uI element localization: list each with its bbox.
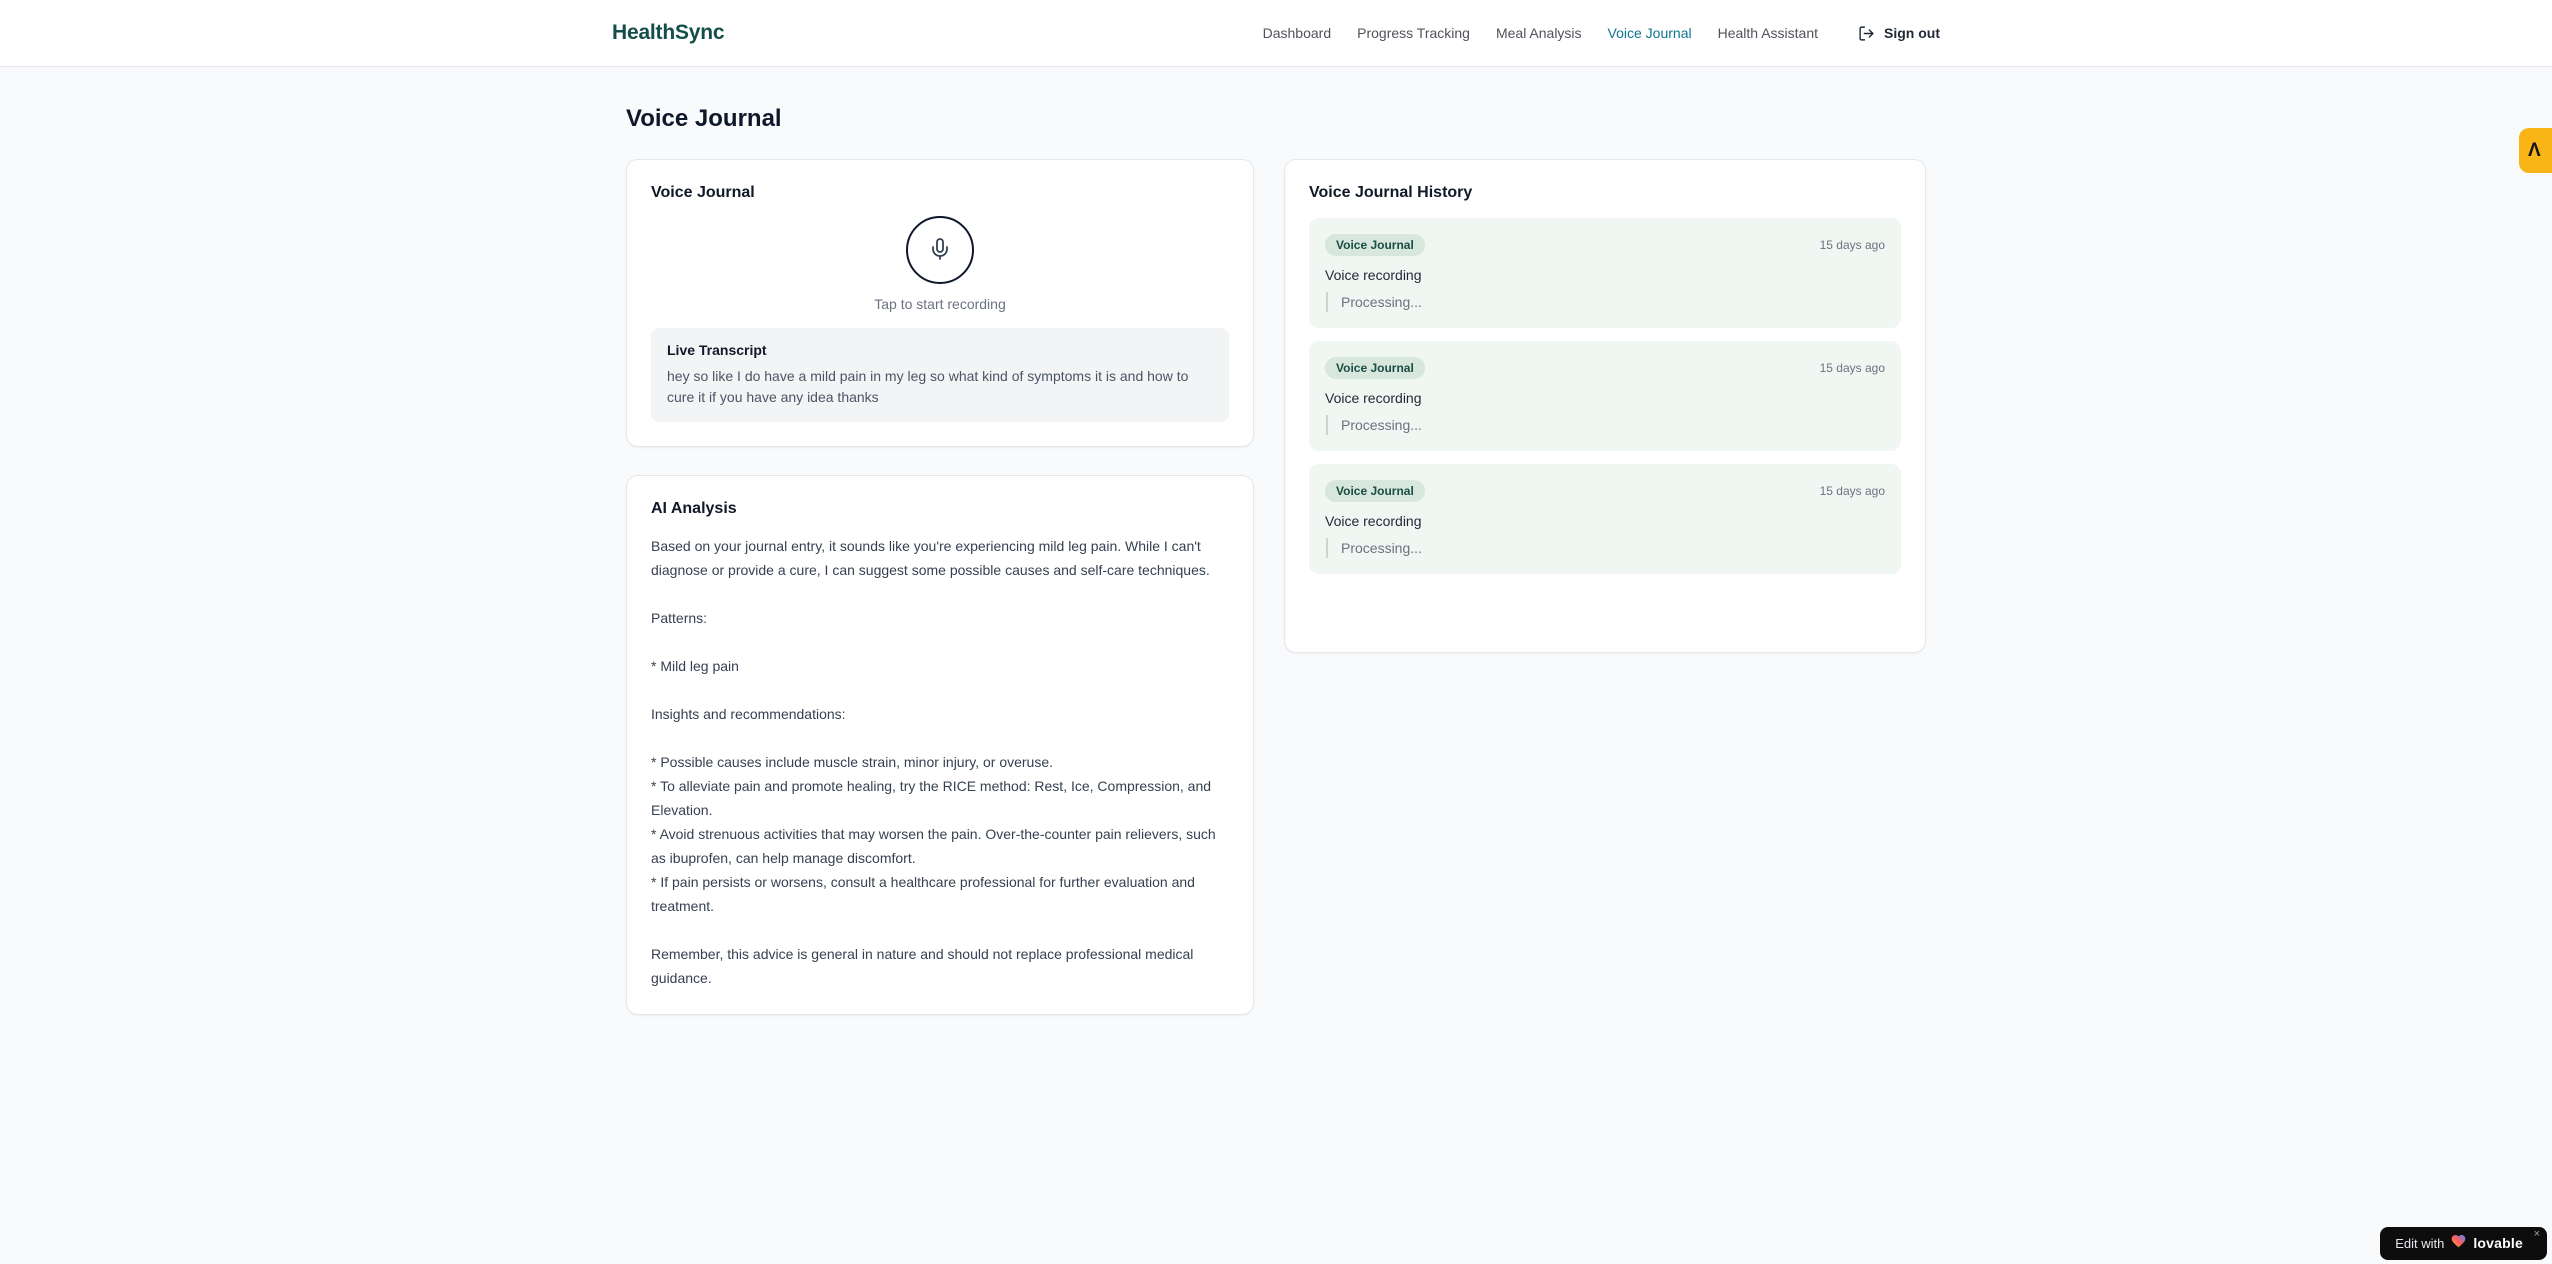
history-entry-header: Voice Journal 15 days ago — [1325, 357, 1885, 379]
entry-title: Voice recording — [1325, 390, 1422, 406]
entry-title: Voice recording — [1325, 513, 1422, 529]
lovable-prefix-label: Edit with — [2395, 1235, 2445, 1251]
lovable-close-icon[interactable]: × — [2534, 1229, 2540, 1240]
heart-icon — [2450, 1233, 2467, 1253]
ai-analysis-card: AI Analysis Based on your journal entry,… — [626, 475, 1254, 1015]
recorder-card-title: Voice Journal — [651, 184, 755, 201]
history-entry[interactable]: Voice Journal 15 days ago Voice recordin… — [1309, 341, 1901, 451]
left-column: Voice Journal Tap to start recording Liv… — [626, 159, 1254, 1015]
lovable-badge[interactable]: Edit with lovable × — [2380, 1227, 2547, 1260]
entry-timestamp: 15 days ago — [1819, 484, 1885, 498]
entry-processing-status: Processing... — [1326, 292, 1885, 312]
sign-out-label: Sign out — [1884, 25, 1940, 41]
nav-item-dashboard[interactable]: Dashboard — [1263, 25, 1332, 41]
main-content: Voice Journal Voice Journal Tap to start… — [626, 67, 1926, 1015]
entry-type-badge: Voice Journal — [1325, 480, 1425, 502]
history-list: Voice Journal 15 days ago Voice recordin… — [1309, 218, 1901, 574]
content-grid: Voice Journal Tap to start recording Liv… — [626, 159, 1926, 1015]
record-button[interactable] — [906, 216, 974, 284]
tap-to-record-hint: Tap to start recording — [874, 296, 1006, 312]
voice-recorder-card: Voice Journal Tap to start recording Liv… — [626, 159, 1254, 447]
nav-item-progress-tracking[interactable]: Progress Tracking — [1357, 25, 1470, 41]
mic-area: Tap to start recording — [651, 216, 1229, 312]
nav-item-meal-analysis[interactable]: Meal Analysis — [1496, 25, 1582, 41]
history-entry[interactable]: Voice Journal 15 days ago Voice recordin… — [1309, 464, 1901, 574]
lovable-brand-label: lovable — [2473, 1235, 2523, 1251]
nav-item-health-assistant[interactable]: Health Assistant — [1718, 25, 1818, 41]
history-entry-header: Voice Journal 15 days ago — [1325, 480, 1885, 502]
entry-type-badge: Voice Journal — [1325, 357, 1425, 379]
entry-title: Voice recording — [1325, 267, 1422, 283]
side-widget-button[interactable]: Λ — [2519, 128, 2552, 173]
history-card-title: Voice Journal History — [1309, 184, 1473, 201]
entry-type-badge: Voice Journal — [1325, 234, 1425, 256]
history-entry-header: Voice Journal 15 days ago — [1325, 234, 1885, 256]
entry-processing-status: Processing... — [1326, 415, 1885, 435]
brand-logo[interactable]: HealthSync — [612, 21, 725, 45]
side-widget-logo-icon: Λ — [2528, 139, 2541, 161]
logout-icon — [1858, 25, 1875, 42]
sign-out-button[interactable]: Sign out — [1858, 25, 1940, 42]
page-title: Voice Journal — [626, 105, 782, 132]
ai-analysis-body: Based on your journal entry, it sounds l… — [651, 538, 1216, 986]
right-column: Voice Journal History Voice Journal 15 d… — [1284, 159, 1926, 653]
history-entry[interactable]: Voice Journal 15 days ago Voice recordin… — [1309, 218, 1901, 328]
app-header: HealthSync Dashboard Progress Tracking M… — [0, 0, 2552, 67]
main-nav: Dashboard Progress Tracking Meal Analysi… — [1263, 25, 1940, 42]
microphone-icon — [928, 237, 952, 264]
live-transcript-title: Live Transcript — [667, 342, 767, 358]
live-transcript-text: hey so like I do have a mild pain in my … — [667, 368, 1189, 405]
nav-item-voice-journal[interactable]: Voice Journal — [1608, 25, 1692, 41]
header-inner: HealthSync Dashboard Progress Tracking M… — [612, 21, 1940, 45]
entry-timestamp: 15 days ago — [1819, 238, 1885, 252]
ai-analysis-title: AI Analysis — [651, 500, 737, 517]
entry-processing-status: Processing... — [1326, 538, 1885, 558]
live-transcript-box: Live Transcript hey so like I do have a … — [651, 328, 1229, 422]
voice-journal-history-card: Voice Journal History Voice Journal 15 d… — [1284, 159, 1926, 653]
entry-timestamp: 15 days ago — [1819, 361, 1885, 375]
